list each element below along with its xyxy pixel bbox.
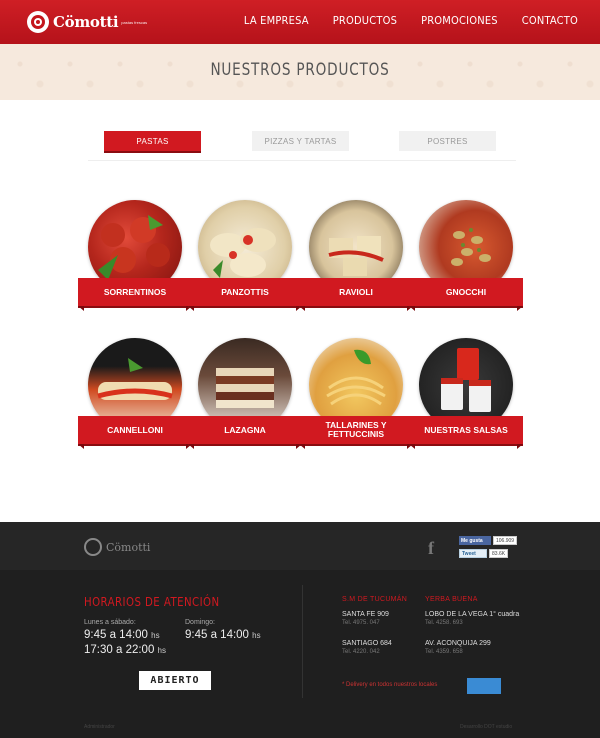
nav-la-empresa[interactable]: LA EMPRESA — [244, 14, 309, 27]
tweet-button[interactable]: Tweet — [459, 549, 487, 558]
city-yerba-buena: YERBA BUENA — [425, 596, 478, 603]
admin-link[interactable]: Administrador — [84, 724, 115, 730]
product-card-sorrentinos[interactable]: SORRENTINOS — [78, 200, 192, 311]
city-tucuman: S.M DE TUCUMÁN — [342, 596, 408, 603]
nav-productos[interactable]: PRODUCTOS — [333, 14, 397, 27]
product-label: SORRENTINOS — [78, 278, 192, 311]
footer-brand-name: Cömotti — [106, 540, 151, 554]
product-card-nuestras-salsas[interactable]: NUESTRAS SALSAS — [409, 338, 523, 449]
product-label: RAVIOLI — [299, 278, 413, 311]
product-label: LAZAGNA — [188, 416, 302, 449]
sunday-label: Domingo: — [185, 619, 215, 626]
nav-promociones[interactable]: PROMOCIONES — [421, 14, 498, 27]
open-status-badge: ABIERTO — [139, 671, 211, 690]
title-band: NUESTROS PRODUCTOS — [0, 44, 600, 100]
product-label: PANZOTTIS — [188, 278, 302, 311]
brand-name: Cömotti — [53, 13, 119, 31]
brand-logo[interactable]: Cömotti pastas frescas — [27, 9, 147, 35]
brand-tagline: pastas frescas — [121, 19, 148, 25]
nav-contacto[interactable]: CONTACTO — [522, 14, 578, 27]
shop-tel: Tel. 4975. 047 — [342, 620, 380, 626]
hours-title: HORARIOS DE ATENCIÓN — [84, 595, 220, 609]
shop-address: SANTA FE 909 — [342, 611, 389, 618]
like-count: 106.909 — [493, 536, 518, 545]
delivery-note: * Delivery en todos nuestros locales — [342, 682, 438, 688]
product-card-gnocchi[interactable]: GNOCCHI — [409, 200, 523, 311]
page-title: NUESTROS PRODUCTOS — [210, 60, 390, 80]
weekday-hours-evening: 17:30 a 22:00 hs — [84, 644, 166, 656]
sunday-hours: 9:45 a 14:00 hs — [185, 629, 261, 641]
shop-tel: Tel. 4258. 693 — [425, 620, 463, 626]
tab-postres[interactable]: POSTRES — [399, 131, 496, 151]
product-card-panzottis[interactable]: PANZOTTIS — [188, 200, 302, 311]
logo-mascot-icon — [84, 538, 102, 556]
shop-address: LOBO DE LA VEGA 1° cuadra — [425, 611, 520, 618]
top-header: Cömotti pastas frescas LA EMPRESA PRODUC… — [0, 0, 600, 44]
main-nav: LA EMPRESA PRODUCTOS PROMOCIONES CONTACT… — [220, 14, 578, 27]
category-tabs: PASTAS PIZZAS Y TARTAS POSTRES — [88, 131, 516, 161]
footer-top-bar: Cömotti f — [0, 522, 600, 570]
shop-address: SANTIAGO 684 — [342, 640, 392, 647]
tweet-label: Tweet — [462, 550, 476, 557]
product-card-cannelloni[interactable]: CANNELLONI — [78, 338, 192, 449]
facebook-icon[interactable]: f — [428, 538, 434, 559]
tab-pizzas-y-tartas[interactable]: PIZZAS Y TARTAS — [252, 131, 349, 151]
product-label: NUESTRAS SALSAS — [409, 416, 523, 449]
weekday-hours-morning: 9:45 a 14:00 hs — [84, 629, 160, 641]
developer-credit[interactable]: Desarrollo DOT estudio — [460, 724, 512, 730]
facebook-like-button[interactable]: Me gusta — [459, 536, 491, 545]
product-label: GNOCCHI — [409, 278, 523, 311]
product-label: CANNELLONI — [78, 416, 192, 449]
logo-mascot-icon — [27, 11, 49, 33]
product-card-ravioli[interactable]: RAVIOLI — [299, 200, 413, 311]
tweet-count: 83.6K — [489, 549, 509, 558]
footer-logo[interactable]: Cömotti — [84, 538, 150, 556]
product-card-lazagna[interactable]: LAZAGNA — [188, 338, 302, 449]
data-fiscal-badge[interactable] — [467, 678, 501, 694]
weekday-label: Lunes a sábado: — [84, 619, 136, 626]
product-label: TALLARINES Y FETTUCCINIS — [299, 416, 413, 449]
footer-divider — [302, 585, 303, 698]
shop-tel: Tel. 4220. 042 — [342, 649, 380, 655]
shop-address: AV. ACONQUIJA 299 — [425, 640, 491, 647]
like-label: Me gusta — [461, 537, 483, 544]
shop-tel: Tel. 4359. 658 — [425, 649, 463, 655]
tab-pastas[interactable]: PASTAS — [104, 131, 201, 151]
product-card-tallarines[interactable]: TALLARINES Y FETTUCCINIS — [299, 338, 413, 449]
